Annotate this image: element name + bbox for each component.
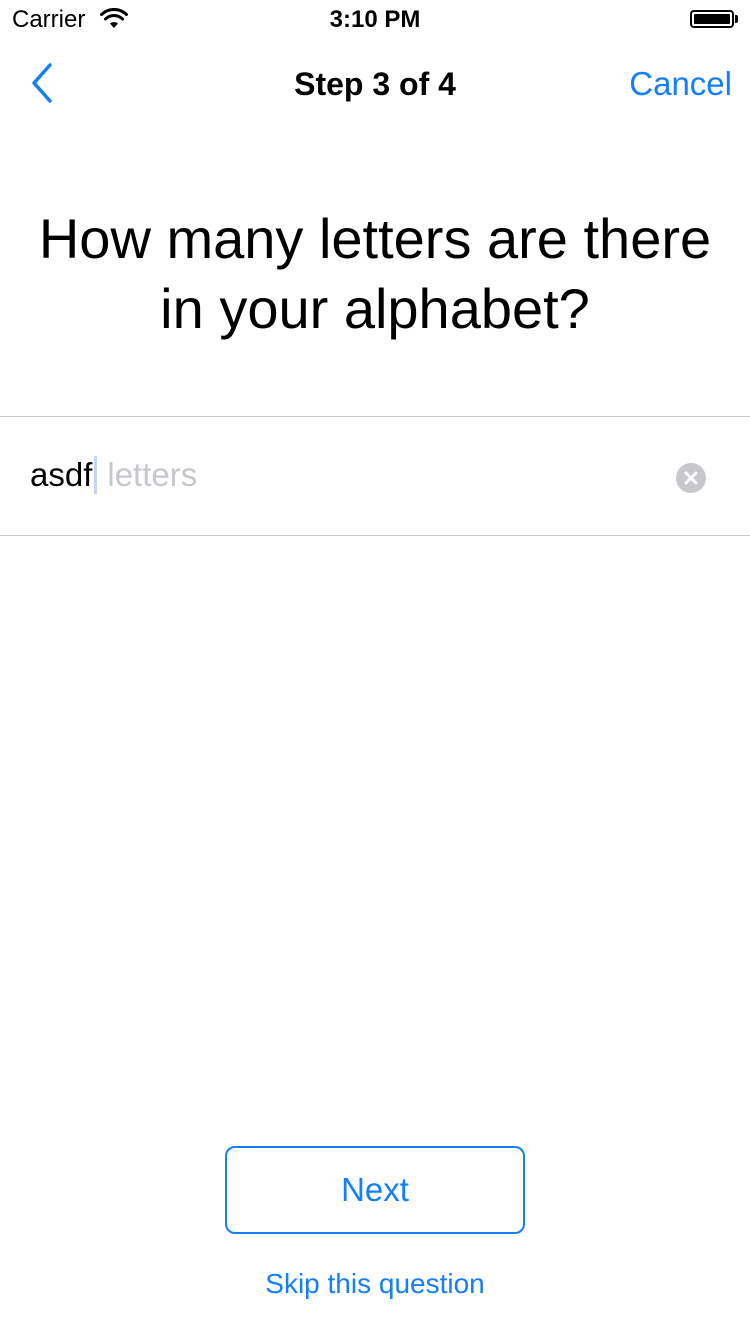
status-time: 3:10 PM (329, 6, 421, 33)
screen: Carrier 3:10 PM Step 3 of 4 Cancel How m… (0, 0, 750, 1334)
status-bar: Carrier 3:10 PM (0, 0, 750, 40)
answer-value: asdf (30, 456, 93, 493)
navigation-bar: Step 3 of 4 Cancel (0, 40, 750, 128)
skip-question-link[interactable]: Skip this question (0, 1266, 750, 1302)
cancel-button[interactable]: Cancel (629, 66, 732, 102)
answer-field-row: asdf letters (0, 416, 750, 536)
clear-circle-icon (684, 471, 698, 485)
clear-button[interactable] (676, 463, 706, 493)
battery-icon (690, 10, 740, 30)
answer-input[interactable]: asdf letters (30, 455, 197, 495)
question-title: How many letters are there in your alpha… (38, 207, 712, 340)
unit-placeholder: letters (107, 456, 198, 493)
next-button[interactable]: Next (225, 1146, 525, 1234)
text-caret (94, 456, 98, 494)
